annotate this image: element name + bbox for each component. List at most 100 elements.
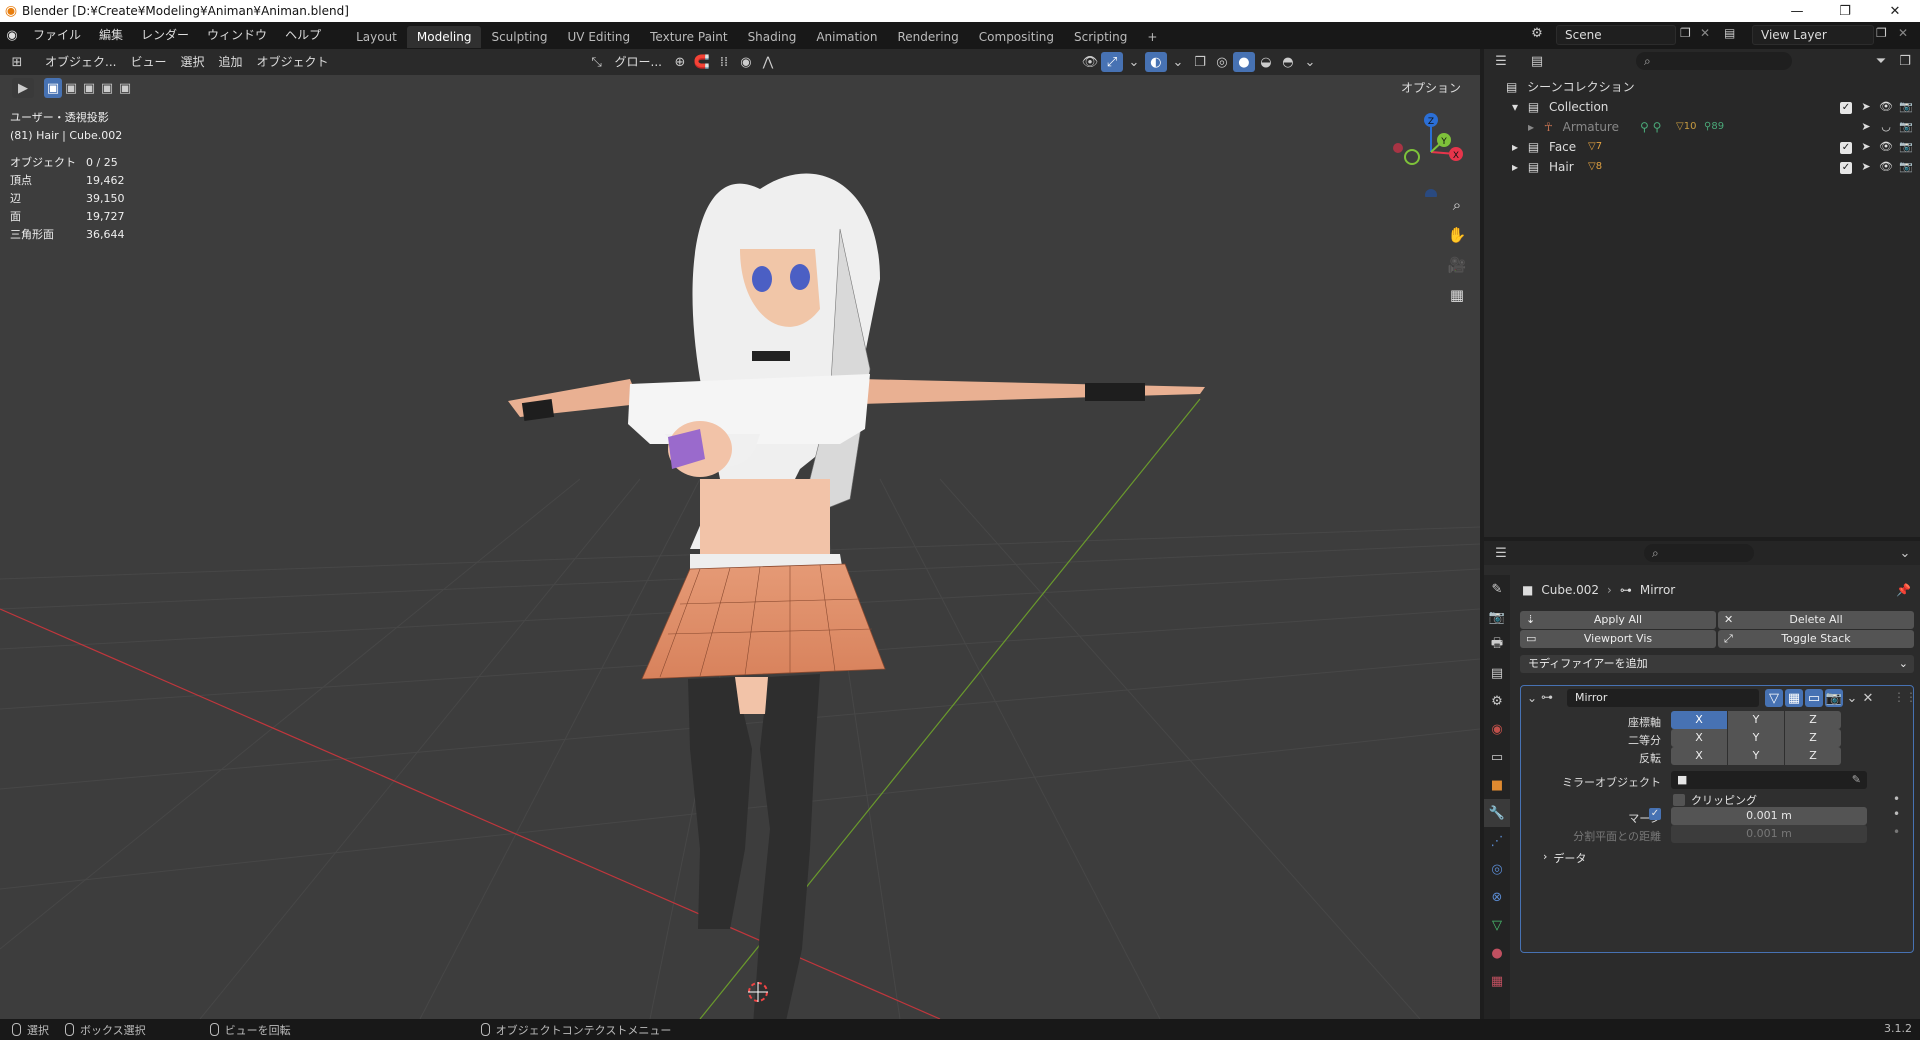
tab-uv-editing[interactable]: UV Editing: [558, 26, 641, 48]
scene-icon[interactable]: ⚙: [1526, 26, 1548, 46]
edit-cage-icon[interactable]: ▽: [1765, 689, 1783, 707]
axis-y-toggle[interactable]: Y: [1728, 711, 1784, 729]
edit-mode-icon[interactable]: ▦: [1785, 689, 1803, 707]
view-layer-field[interactable]: View Layer: [1752, 25, 1874, 45]
toggle-stack-button[interactable]: ⤢ Toggle Stack: [1718, 630, 1914, 648]
bisect-y-toggle[interactable]: Y: [1728, 729, 1784, 747]
delete-all-button[interactable]: ✕ Delete All: [1718, 611, 1914, 629]
data-subpanel-header[interactable]: › データ: [1543, 850, 1586, 866]
menu-edit[interactable]: 編集: [90, 22, 132, 49]
pivot-point-icon[interactable]: ⊕: [669, 52, 691, 72]
bisect-distance-field[interactable]: 0.001 m: [1671, 825, 1867, 843]
tab-animation[interactable]: Animation: [806, 26, 887, 48]
merge-checkbox[interactable]: ✓: [1649, 808, 1661, 820]
properties-editor-type-icon[interactable]: ☰: [1490, 543, 1512, 563]
apply-all-button[interactable]: ⇣ Apply All: [1520, 611, 1716, 629]
expand-arrow-icon[interactable]: ▸: [1512, 140, 1518, 154]
tab-rendering[interactable]: Rendering: [888, 26, 969, 48]
render-tab-icon[interactable]: 📷: [1484, 603, 1510, 631]
render-icon[interactable]: 📷: [1825, 689, 1843, 707]
menu-object[interactable]: オブジェクト: [250, 52, 336, 72]
3d-viewport[interactable]: ⊞ オブジェク... ビュー 選択 追加 オブジェクト ⤡ グロー... ⊕ 🧲…: [0, 49, 1480, 1019]
eye-closed-icon[interactable]: ◡: [1878, 119, 1894, 135]
object-tab-icon[interactable]: ■: [1484, 771, 1510, 799]
solid-shading-icon[interactable]: ●: [1232, 52, 1255, 72]
pin-icon[interactable]: 📌: [1896, 583, 1911, 597]
scene-collection-row[interactable]: ▤ シーンコレクション: [1484, 77, 1920, 97]
data-tab-icon[interactable]: ▽: [1484, 911, 1510, 939]
bisect-x-toggle[interactable]: X: [1671, 729, 1727, 747]
menu-view[interactable]: ビュー: [123, 52, 173, 72]
eye-icon[interactable]: 👁: [1878, 159, 1894, 175]
menu-render[interactable]: レンダー: [132, 22, 198, 49]
minimize-button[interactable]: —: [1774, 0, 1820, 22]
eye-icon[interactable]: 👁: [1878, 99, 1894, 115]
outliner-search-input[interactable]: ⌕: [1636, 52, 1792, 70]
overlay-toggle-icon[interactable]: ◐: [1144, 52, 1167, 72]
material-shading-icon[interactable]: ◒: [1255, 52, 1277, 72]
tab-modeling[interactable]: Modeling: [406, 25, 482, 48]
proportional-edit-icon[interactable]: ◉: [735, 52, 757, 72]
navigation-gizmo[interactable]: Z X Y: [1386, 107, 1476, 197]
menu-window[interactable]: ウィンドウ: [198, 22, 276, 49]
outliner-item-collection[interactable]: ▾ ▤ Collection ✓ ➤ 👁 📷: [1484, 97, 1920, 117]
gizmo-toggle-icon[interactable]: ⤢: [1100, 52, 1123, 72]
eye-icon[interactable]: 👁: [1878, 139, 1894, 155]
new-scene-icon[interactable]: ❐: [1680, 26, 1698, 46]
menu-add[interactable]: 追加: [211, 52, 249, 72]
axis-x-toggle[interactable]: X: [1671, 711, 1727, 729]
expand-arrow-icon[interactable]: ▾: [1512, 100, 1518, 114]
mirror-object-field[interactable]: ■ ✎: [1671, 771, 1867, 789]
axis-z-toggle[interactable]: Z: [1785, 711, 1841, 729]
bisect-z-toggle[interactable]: Z: [1785, 729, 1841, 747]
render-camera-icon[interactable]: 📷: [1898, 139, 1914, 155]
zoom-icon[interactable]: ⌕: [1444, 192, 1470, 218]
outliner-item-armature[interactable]: ▸ ☥ Armature ⚲ ⚲ ▽10 ⚲89 ➤ ◡ 📷: [1484, 117, 1920, 137]
viewport-vis-button[interactable]: ▭ Viewport Vis: [1520, 630, 1716, 648]
new-view-layer-icon[interactable]: ❐: [1876, 26, 1894, 46]
select-invert-icon[interactable]: ▣: [98, 78, 116, 98]
selectable-icon[interactable]: ➤: [1858, 159, 1874, 175]
outliner-editor-type-icon[interactable]: ☰: [1490, 51, 1512, 71]
exclude-checkbox[interactable]: ✓: [1838, 99, 1854, 115]
properties-options-icon[interactable]: ⌄: [1894, 543, 1916, 563]
render-camera-icon[interactable]: 📷: [1898, 99, 1914, 115]
constraints-tab-icon[interactable]: ⊗: [1484, 883, 1510, 911]
render-camera-icon[interactable]: 📷: [1898, 159, 1914, 175]
selectable-icon[interactable]: ➤: [1858, 99, 1874, 115]
outliner-item-hair[interactable]: ▸ ▤ Hair ▽8 ✓ ➤ 👁 📷: [1484, 157, 1920, 177]
select-tool-icon[interactable]: ▶: [12, 78, 34, 98]
shading-options-icon[interactable]: ⌄: [1299, 52, 1321, 72]
tab-shading[interactable]: Shading: [738, 26, 807, 48]
tab-compositing[interactable]: Compositing: [969, 26, 1064, 48]
selectable-icon[interactable]: ➤: [1858, 139, 1874, 155]
options-dropdown[interactable]: オプション: [1394, 78, 1468, 98]
selectable-icon[interactable]: ➤: [1858, 119, 1874, 135]
select-subtract-icon[interactable]: ▣: [80, 78, 98, 98]
scene-name-field[interactable]: Scene: [1556, 25, 1676, 45]
display-mode-icon[interactable]: ▤: [1526, 51, 1548, 71]
view-layer-icon[interactable]: ▤: [1724, 26, 1746, 46]
realtime-icon[interactable]: ▭: [1805, 689, 1823, 707]
falloff-icon[interactable]: ⋀: [757, 52, 779, 72]
restore-button[interactable]: ❐: [1822, 0, 1868, 22]
delete-scene-icon[interactable]: ✕: [1700, 26, 1718, 46]
snap-icon[interactable]: 🧲: [691, 52, 713, 72]
eyedropper-icon[interactable]: ✎: [1852, 771, 1861, 789]
expand-arrow-icon[interactable]: ▸: [1528, 120, 1534, 134]
flip-y-toggle[interactable]: Y: [1728, 747, 1784, 765]
tab-texture-paint[interactable]: Texture Paint: [640, 26, 737, 48]
add-modifier-dropdown[interactable]: モディファイアーを追加 ⌄: [1520, 655, 1914, 673]
keyframe-dot-icon[interactable]: •: [1893, 792, 1900, 806]
snap-target-icon[interactable]: ⁞⁞: [713, 52, 735, 72]
flip-z-toggle[interactable]: Z: [1785, 747, 1841, 765]
properties-search-input[interactable]: ⌕: [1644, 544, 1754, 562]
collapse-arrow-icon[interactable]: ⌄: [1527, 691, 1537, 705]
select-intersect-icon[interactable]: ▣: [116, 78, 134, 98]
menu-select[interactable]: 選択: [173, 52, 211, 72]
outliner-item-face[interactable]: ▸ ▤ Face ▽7 ✓ ➤ 👁 📷: [1484, 137, 1920, 157]
tab-sculpting[interactable]: Sculpting: [481, 26, 557, 48]
remove-modifier-icon[interactable]: ✕: [1861, 689, 1875, 707]
select-new-icon[interactable]: ▣: [44, 78, 62, 98]
tab-scripting[interactable]: Scripting: [1064, 26, 1137, 48]
